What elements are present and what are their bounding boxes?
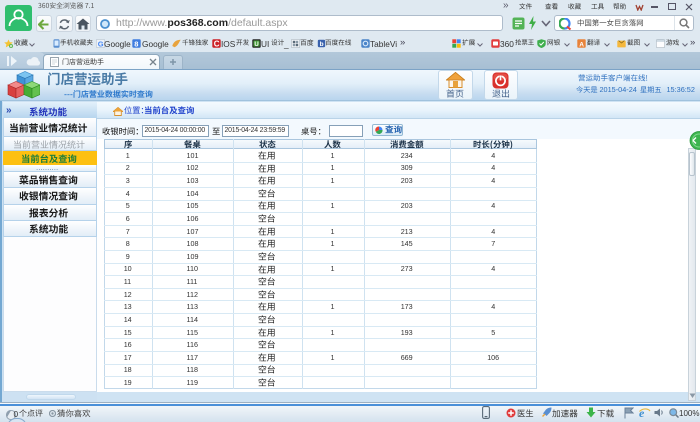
svg-text:C: C — [214, 40, 220, 48]
svg-text:A: A — [579, 41, 584, 48]
svg-text:b: b — [320, 41, 324, 48]
svg-text:8: 8 — [134, 40, 138, 48]
svg-text:U: U — [254, 42, 258, 48]
svg-text:G: G — [98, 40, 104, 48]
svg-text:e: e — [639, 406, 645, 419]
